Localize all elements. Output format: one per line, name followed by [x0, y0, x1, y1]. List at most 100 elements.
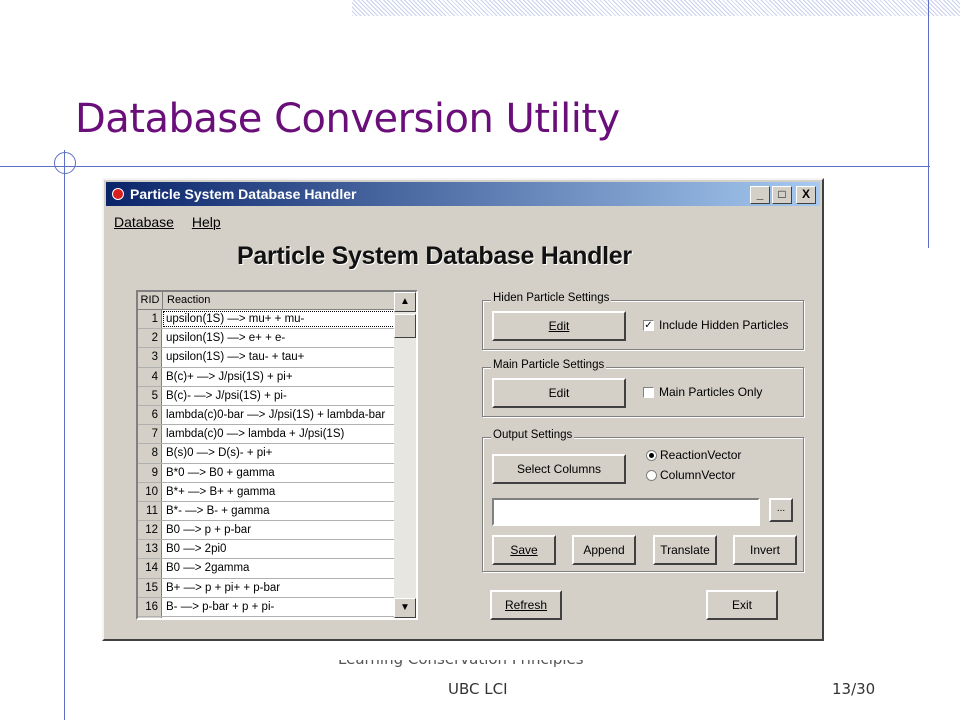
table-row[interactable]: 2 upsilon(1S) —> e+ + e-	[138, 329, 416, 349]
refresh-button[interactable]: Refresh	[490, 590, 562, 620]
column-vector-label: ColumnVector	[660, 468, 736, 482]
output-path-field[interactable]	[492, 498, 760, 526]
row-reaction[interactable]: B0 —> 2pi0	[162, 540, 416, 558]
translate-button[interactable]: Translate	[653, 535, 717, 565]
grid-splitter	[416, 292, 418, 618]
column-header-rid[interactable]: RID	[138, 292, 163, 309]
column-vector-radio[interactable]	[646, 470, 657, 481]
row-rid: 3	[138, 348, 162, 367]
table-row[interactable]: 11 B*- —> B- + gamma	[138, 501, 416, 522]
left-vertical-rule	[64, 150, 65, 720]
row-reaction[interactable]: B(c)- —> J/psi(1S) + pi-	[162, 387, 416, 405]
menu-help[interactable]: Help	[192, 214, 221, 230]
row-rid: 5	[138, 386, 162, 405]
close-button[interactable]: X	[796, 186, 816, 204]
row-reaction[interactable]: lambda(c)0 —> lambda + J/psi(1S)	[162, 425, 416, 443]
row-reaction[interactable]: B+ —> p + pi+ + p-bar	[162, 579, 416, 597]
scroll-up-button[interactable]: ▲	[394, 292, 416, 312]
window-titlebar[interactable]: Particle System Database Handler _ □ X	[106, 182, 820, 206]
output-settings-group: Output Settings Select Columns ReactionV…	[482, 429, 804, 572]
main-only-label: Main Particles Only	[659, 385, 763, 399]
scroll-thumb[interactable]	[394, 314, 416, 338]
row-reaction[interactable]: B0 —> p + p-bar	[162, 521, 416, 539]
invert-label: Invert	[749, 543, 780, 557]
row-rid: 6	[138, 405, 162, 425]
table-row[interactable]: 13 B0 —> 2pi0	[138, 540, 416, 560]
table-row[interactable]: 14 B0 —> 2gamma	[138, 559, 416, 579]
table-row[interactable]: 8 B(s)0 —> D(s)- + pi+	[138, 444, 416, 464]
row-rid: 15	[138, 578, 162, 597]
minimize-button[interactable]: _	[750, 186, 770, 204]
main-particle-settings-group: Main Particle Settings Edit Main Particl…	[482, 359, 804, 417]
row-rid: 1	[138, 310, 162, 329]
row-reaction[interactable]: upsilon(1S) —> e+ + e-	[162, 329, 416, 347]
main-edit-button[interactable]: Edit	[492, 378, 626, 408]
table-row[interactable]: 3 upsilon(1S) —> tau- + tau+	[138, 348, 416, 368]
row-reaction[interactable]: psi(4415) —> e- + e+	[162, 617, 416, 618]
table-row[interactable]: 10 B*+ —> B+ + gamma	[138, 482, 416, 502]
row-rid: 9	[138, 463, 162, 482]
app-window: Particle System Database Handler _ □ X D…	[102, 178, 824, 641]
footer-course-title-text: Learning Conservation Principles	[338, 660, 584, 668]
invert-button[interactable]: Invert	[733, 535, 797, 565]
row-reaction[interactable]: B*- —> B- + gamma	[162, 502, 416, 520]
row-reaction[interactable]: upsilon(1S) —> tau- + tau+	[162, 348, 416, 366]
row-reaction[interactable]: B0 —> 2gamma	[162, 559, 416, 577]
crosshair-circle-decoration	[54, 152, 76, 174]
row-reaction[interactable]: B(s)0 —> D(s)- + pi+	[162, 444, 416, 462]
exit-button[interactable]: Exit	[706, 590, 778, 620]
row-rid: 12	[138, 521, 162, 540]
table-row[interactable]: 1 upsilon(1S) —> mu+ + mu-	[138, 310, 416, 330]
row-reaction[interactable]: lambda(c)0-bar —> J/psi(1S) + lambda-bar	[162, 406, 416, 424]
window-title: Particle System Database Handler	[130, 186, 357, 202]
menu-bar: Database Help	[114, 214, 235, 230]
row-reaction[interactable]: upsilon(1S) —> mu+ + mu-	[162, 310, 416, 328]
row-reaction[interactable]: B- —> p-bar + p + pi-	[162, 598, 416, 616]
append-label: Append	[583, 543, 625, 557]
output-settings-label: Output Settings	[491, 429, 575, 441]
hidden-edit-label: Edit	[548, 319, 570, 333]
include-hidden-checkbox[interactable]: ✓	[643, 320, 654, 331]
slide-title: Database Conversion Utility	[75, 96, 620, 142]
hidden-settings-label: Hiden Particle Settings	[491, 292, 612, 304]
select-columns-button[interactable]: Select Columns	[492, 454, 626, 484]
table-row[interactable]: 6 lambda(c)0-bar —> J/psi(1S) + lambda-ba…	[138, 405, 416, 426]
row-reaction[interactable]: B*0 —> B0 + gamma	[162, 464, 416, 482]
table-row[interactable]: 15 B+ —> p + pi+ + p-bar	[138, 578, 416, 598]
table-row[interactable]: 9 B*0 —> B0 + gamma	[138, 463, 416, 483]
menu-database[interactable]: Database	[114, 214, 174, 230]
column-header-reaction[interactable]: Reaction	[163, 292, 416, 309]
browse-button[interactable]: ...	[769, 498, 793, 522]
main-settings-label: Main Particle Settings	[491, 359, 607, 371]
table-row[interactable]: 7 lambda(c)0 —> lambda + J/psi(1S)	[138, 425, 416, 445]
table-row[interactable]: 12 B0 —> p + p-bar	[138, 521, 416, 541]
hidden-edit-button[interactable]: Edit	[492, 311, 626, 341]
row-reaction[interactable]: B*+ —> B+ + gamma	[162, 483, 416, 501]
footer-course-title: Learning Conservation Principles	[338, 660, 638, 670]
grid-body: 1 upsilon(1S) —> mu+ + mu- 2 upsilon(1S) —>…	[138, 310, 416, 618]
row-rid: 4	[138, 367, 162, 386]
append-button[interactable]: Append	[572, 535, 636, 565]
reaction-grid[interactable]: RID Reaction 1 upsilon(1S) —> mu+ + mu- 2 u…	[136, 290, 418, 620]
main-only-checkbox[interactable]	[643, 387, 654, 398]
row-rid: 2	[138, 329, 162, 348]
row-rid: 7	[138, 425, 162, 444]
exit-label: Exit	[731, 598, 752, 612]
right-vertical-rule	[928, 0, 929, 248]
row-reaction[interactable]: B(c)+ —> J/psi(1S) + pi+	[162, 368, 416, 386]
row-rid: 14	[138, 559, 162, 578]
row-rid: 8	[138, 444, 162, 463]
row-rid: 11	[138, 501, 162, 521]
page-number: 13/30	[832, 680, 876, 698]
grid-scrollbar[interactable]: ▲ ▼	[394, 292, 416, 618]
scroll-down-button[interactable]: ▼	[394, 598, 416, 618]
table-row[interactable]: 17psi(4415) —> e- + e+	[138, 617, 416, 618]
table-row[interactable]: 5 B(c)- —> J/psi(1S) + pi-	[138, 386, 416, 406]
row-rid: 17	[138, 617, 162, 618]
table-row[interactable]: 16 B- —> p-bar + p + pi-	[138, 597, 416, 617]
maximize-button[interactable]: □	[772, 186, 792, 204]
footer-org: UBC LCI	[448, 680, 508, 698]
table-row[interactable]: 4 B(c)+ —> J/psi(1S) + pi+	[138, 367, 416, 387]
save-button[interactable]: Save	[492, 535, 556, 565]
reaction-vector-radio[interactable]	[646, 450, 657, 461]
